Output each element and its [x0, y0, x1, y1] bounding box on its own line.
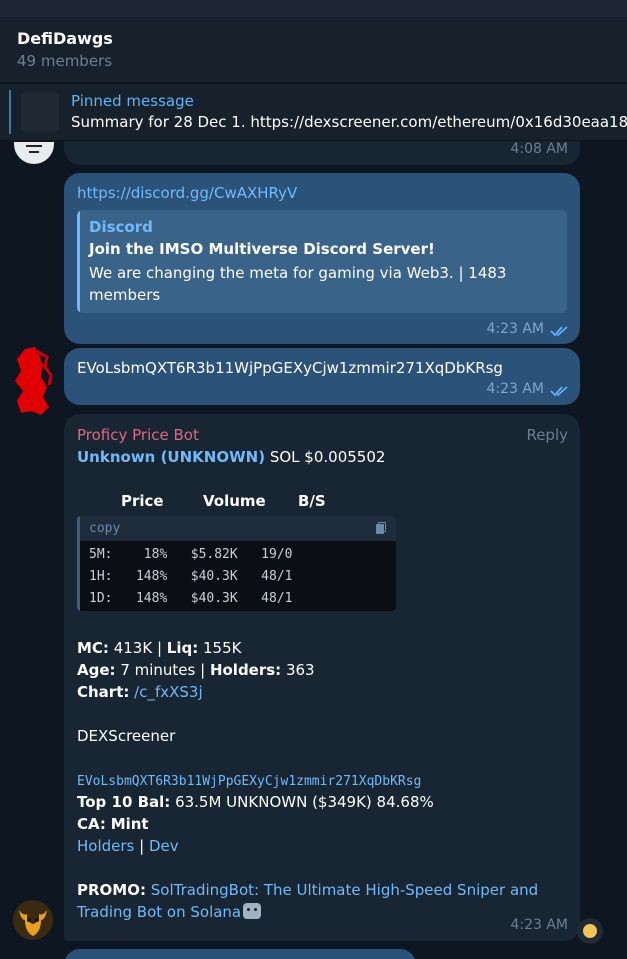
copy-icon[interactable] [376, 522, 386, 534]
contract-address[interactable]: EVoLsbmQXT6R3b11WjPpGEXyCjw1zmmir271XqDb… [77, 774, 421, 789]
table-header-price: Price [121, 492, 164, 510]
mc-line: MC: 413K | Liq: 155K [77, 639, 242, 657]
pinned-text: Summary for 28 Dec 1. https://dexscreene… [71, 113, 627, 131]
code-label: copy [89, 521, 121, 536]
token-line: Unknown (UNKNOWN) SOL $0.005502 [77, 448, 385, 466]
member-count: 49 members [17, 52, 113, 70]
table-header-volume: Volume [203, 492, 266, 510]
pinned-indicator [9, 90, 11, 134]
message-time: 4:08 AM [510, 141, 568, 157]
message-bubble-link[interactable]: https://discord.gg/CwAXHRyV Discord Join… [64, 173, 580, 344]
preview-site-name: Discord [89, 218, 153, 236]
preview-title: Join the IMSO Multiverse Discord Server! [89, 240, 435, 258]
smile-reaction-icon[interactable] [577, 918, 603, 944]
code-row: 5M: 18% $5.82K 19/0 [89, 547, 293, 562]
pinned-thumbnail [21, 92, 59, 132]
chat-header[interactable]: DefiDawgs 49 members [0, 17, 627, 83]
holders-link[interactable]: Holders [77, 837, 134, 855]
double-check-icon [550, 326, 568, 337]
code-block[interactable]: copy 5M: 18% $5.82K 19/0 1H: 148% $40.3K… [77, 516, 396, 611]
message-time: 4:23 AM [486, 381, 544, 397]
avatar[interactable] [14, 142, 54, 164]
dexscreener-link[interactable]: DEXScreener [77, 727, 175, 745]
promo-line-2: Trading Bot on Solana [77, 903, 262, 921]
message-bubble[interactable] [64, 949, 416, 959]
window-top-strip [0, 0, 627, 17]
code-row: 1D: 148% $40.3K 48/1 [89, 591, 293, 606]
dev-link[interactable]: Dev [149, 837, 179, 855]
top10-line: Top 10 Bal: 63.5M UNKNOWN ($349K) 84.68% [77, 793, 434, 811]
message-text: EVoLsbmQXT6R3b11WjPpGEXyCjw1zmmir271XqDb… [77, 359, 503, 377]
code-row: 1H: 148% $40.3K 48/1 [89, 569, 293, 584]
promo-link[interactable]: SolTradingBot: The Ultimate High-Speed S… [151, 881, 538, 899]
message-time: 4:23 AM [510, 917, 568, 933]
links-line: Holders | Dev [77, 837, 179, 855]
token-price: SOL $0.005502 [269, 448, 386, 466]
message-bubble-ca[interactable]: EVoLsbmQXT6R3b11WjPpGEXyCjw1zmmir271XqDb… [64, 348, 580, 405]
table-header-bs: B/S [298, 492, 326, 510]
ca-line: CA: Mint [77, 815, 149, 833]
link-preview[interactable]: Discord Join the IMSO Multiverse Discord… [77, 210, 567, 313]
robot-emoji [243, 903, 262, 919]
bot-message-bubble[interactable]: Proficy Price Bot Reply Unknown (UNKNOWN… [64, 414, 580, 941]
chart-line: Chart: /c_fxXS3j [77, 683, 203, 701]
promo-link-cont[interactable]: Trading Bot on Solana [77, 903, 241, 921]
avatar[interactable] [13, 900, 53, 940]
reply-button[interactable]: Reply [526, 426, 568, 444]
token-name[interactable]: Unknown (UNKNOWN) [77, 448, 265, 466]
preview-accent-bar [77, 210, 80, 313]
promo-line: PROMO: SolTradingBot: The Ultimate High-… [77, 881, 539, 899]
code-block-header [77, 516, 396, 541]
chart-link[interactable]: /c_fxXS3j [134, 683, 202, 701]
code-accent-bar [77, 516, 80, 611]
message-bubble[interactable]: 4:08 AM [64, 141, 580, 165]
sender-name[interactable]: Proficy Price Bot [77, 426, 199, 444]
pinned-label: Pinned message [71, 92, 194, 110]
message-link[interactable]: https://discord.gg/CwAXHRyV [77, 184, 297, 202]
pinned-message-bar[interactable]: Pinned message Summary for 28 Dec 1. htt… [0, 84, 627, 141]
chat-title: DefiDawgs [17, 29, 113, 48]
double-check-icon [550, 386, 568, 397]
message-time: 4:23 AM [486, 321, 544, 337]
age-line: Age: 7 minutes | Holders: 363 [77, 661, 315, 679]
avatar[interactable] [13, 345, 53, 417]
preview-description: We are changing the meta for gaming via … [89, 264, 507, 304]
